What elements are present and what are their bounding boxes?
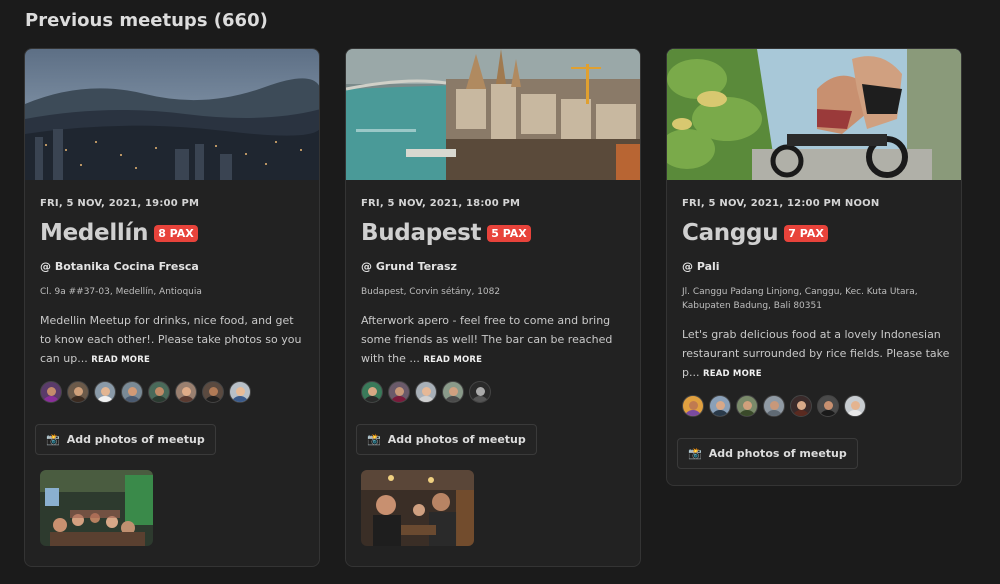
- read-more-link[interactable]: READ MORE: [423, 355, 482, 365]
- meetup-photo-thumbnail[interactable]: [361, 470, 474, 546]
- read-more-link[interactable]: READ MORE: [703, 369, 762, 379]
- attendee-avatar[interactable]: [817, 395, 839, 417]
- attendee-avatar[interactable]: [763, 395, 785, 417]
- add-photos-label: Add photos of meetup: [387, 433, 526, 446]
- meetup-description: Let's grab delicious food at a lovely In…: [682, 325, 950, 384]
- attendee-avatar[interactable]: [148, 381, 170, 403]
- attendee-avatar[interactable]: [175, 381, 197, 403]
- meetup-date: FRI, 5 NOV, 2021, 19:00 PM: [40, 198, 200, 209]
- add-photos-label: Add photos of meetup: [66, 433, 205, 446]
- attendee-avatar[interactable]: [388, 381, 410, 403]
- attendee-avatar[interactable]: [442, 381, 464, 403]
- meetup-date: FRI, 5 NOV, 2021, 18:00 PM: [361, 198, 521, 209]
- attendee-avatars: [361, 381, 625, 403]
- meetup-cover-image: [667, 49, 961, 180]
- attendee-avatar[interactable]: [40, 381, 62, 403]
- description-text: Afterwork apero - feel free to come and …: [361, 314, 613, 365]
- meetup-card-medellin[interactable]: FRI, 5 NOV, 2021, 19:00 PM Medellín 8 PA…: [24, 48, 320, 567]
- attendee-avatar[interactable]: [67, 381, 89, 403]
- attendee-avatar[interactable]: [202, 381, 224, 403]
- attendee-avatar[interactable]: [94, 381, 116, 403]
- attendee-avatar[interactable]: [844, 395, 866, 417]
- meetup-cover-image: [346, 49, 640, 180]
- attendee-avatar[interactable]: [736, 395, 758, 417]
- previous-meetups-section: Previous meetups (660) FRI, 5 NOV, 2021,…: [0, 0, 1000, 584]
- meetup-venue[interactable]: @ Grund Terasz: [361, 260, 625, 273]
- description-text: Medellin Meetup for drinks, nice food, a…: [40, 314, 302, 365]
- add-photos-button[interactable]: 📸 Add photos of meetup: [35, 424, 216, 455]
- camera-icon: 📸: [688, 447, 702, 460]
- add-photos-button[interactable]: 📸 Add photos of meetup: [677, 438, 858, 469]
- attendee-avatar[interactable]: [469, 381, 491, 403]
- meetup-address: Jl. Canggu Padang Linjong, Canggu, Kec. …: [682, 287, 918, 311]
- section-title: Previous meetups (660): [25, 10, 268, 31]
- meetup-city[interactable]: Medellín: [40, 220, 148, 246]
- add-photos-label: Add photos of meetup: [708, 447, 847, 460]
- pax-badge: 7 PAX: [784, 224, 828, 242]
- attendee-avatars: [682, 395, 946, 417]
- attendee-avatar[interactable]: [790, 395, 812, 417]
- meetup-city[interactable]: Canggu: [682, 220, 779, 246]
- add-photos-button[interactable]: 📸 Add photos of meetup: [356, 424, 537, 455]
- attendee-avatar[interactable]: [415, 381, 437, 403]
- attendee-avatar[interactable]: [121, 381, 143, 403]
- meetup-address: Budapest, Corvin sétány, 1082: [361, 287, 501, 297]
- attendee-avatars: [40, 381, 304, 403]
- attendee-avatar[interactable]: [709, 395, 731, 417]
- meetup-venue[interactable]: @ Pali: [682, 260, 946, 273]
- meetup-address: Cl. 9a ##37-03, Medellín, Antioquia: [40, 287, 202, 297]
- attendee-avatar[interactable]: [361, 381, 383, 403]
- read-more-link[interactable]: READ MORE: [91, 355, 150, 365]
- meetup-description: Afterwork apero - feel free to come and …: [361, 311, 629, 370]
- camera-icon: 📸: [367, 433, 381, 446]
- meetup-photo-thumbnail[interactable]: [40, 470, 153, 546]
- camera-icon: 📸: [46, 433, 60, 446]
- meetup-venue[interactable]: @ Botanika Cocina Fresca: [40, 260, 304, 273]
- meetup-date: FRI, 5 NOV, 2021, 12:00 PM NOON: [682, 198, 880, 209]
- attendee-avatar[interactable]: [229, 381, 251, 403]
- meetup-card-budapest[interactable]: FRI, 5 NOV, 2021, 18:00 PM Budapest 5 PA…: [345, 48, 641, 567]
- meetup-description: Medellin Meetup for drinks, nice food, a…: [40, 311, 308, 370]
- meetup-city[interactable]: Budapest: [361, 220, 482, 246]
- attendee-avatar[interactable]: [682, 395, 704, 417]
- meetup-cover-image: [25, 49, 319, 180]
- meetup-card-canggu[interactable]: FRI, 5 NOV, 2021, 12:00 PM NOON Canggu 7…: [666, 48, 962, 486]
- pax-badge: 5 PAX: [487, 224, 531, 242]
- pax-badge: 8 PAX: [154, 224, 198, 242]
